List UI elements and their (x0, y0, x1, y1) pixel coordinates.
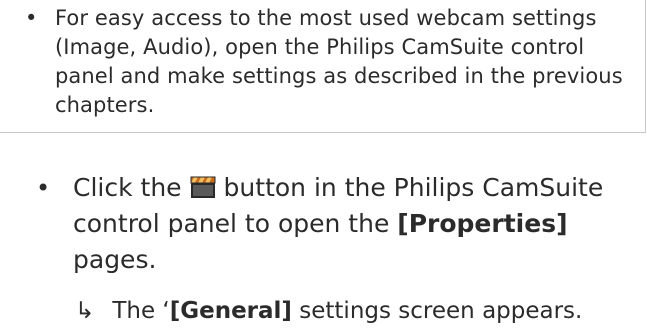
note-bullet: • (25, 6, 38, 30)
general-term: [General] (169, 298, 292, 324)
result-arrow-icon: ↳ (75, 298, 95, 324)
result-text-end: settings screen appears. (299, 298, 583, 324)
properties-term: [Properties] (397, 209, 568, 238)
step-bullet: • (36, 174, 51, 202)
clapperboard-icon (188, 173, 218, 198)
note-box: • For easy access to the most used webca… (0, 0, 646, 133)
step-text-start: Click the (73, 173, 182, 202)
step-text: Click the button in the Philips CamSuite… (73, 170, 633, 278)
result-text-start: The ‘ (112, 298, 170, 324)
note-text: For easy access to the most used webcam … (55, 6, 623, 117)
step-text-end: pages. (73, 245, 157, 274)
result-line: ↳ The ‘[General] settings screen appears… (75, 295, 582, 327)
